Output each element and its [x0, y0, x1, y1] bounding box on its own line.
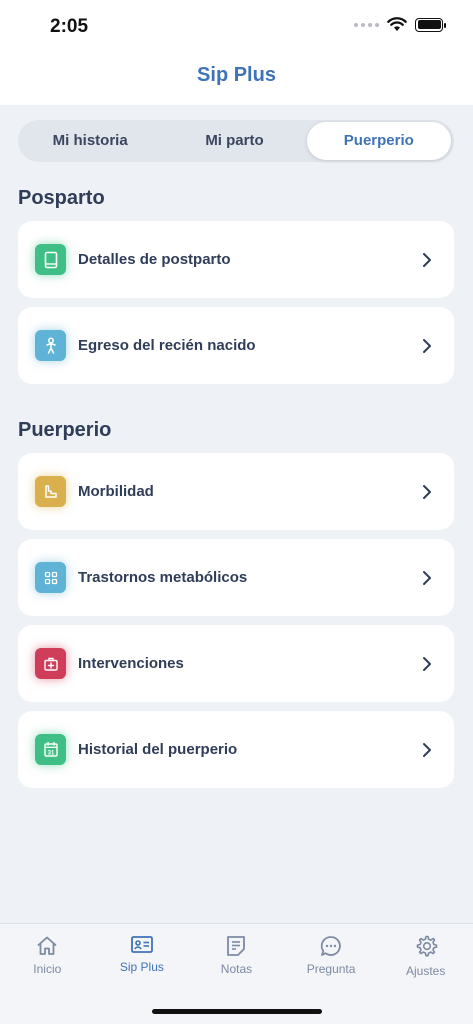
tab-inicio[interactable]: Inicio [0, 924, 95, 1024]
segment-mi-parto[interactable]: Mi parto [162, 122, 306, 160]
item-intervenciones[interactable]: Intervenciones [18, 625, 454, 702]
notes-icon [227, 936, 246, 956]
grid-icon [35, 562, 66, 593]
cellular-signal-icon [354, 22, 379, 27]
calendar-day: 31 [47, 751, 54, 757]
item-label: Egreso del recién nacido [78, 337, 256, 354]
chevron-right-icon [423, 742, 431, 757]
item-morbilidad[interactable]: Morbilidad [18, 453, 454, 530]
tab-label: Pregunta [306, 962, 356, 976]
chat-bubble-icon [320, 936, 341, 956]
status-icons [354, 17, 446, 32]
wifi-icon [387, 17, 407, 31]
item-trastornos-metabolicos[interactable]: Trastornos metabólicos [18, 539, 454, 616]
top-bar: 2:05 Sip Plus [0, 0, 473, 105]
first-aid-kit-icon [35, 648, 66, 679]
tab-label: Sip Plus [119, 960, 164, 974]
section-title-posparto: Posparto [18, 187, 105, 209]
home-indicator [152, 1009, 322, 1014]
status-time: 2:05 [50, 16, 89, 37]
item-label: Detalles de postparto [78, 251, 231, 268]
segmented-control: Mi historia Mi parto Puerperio [18, 120, 454, 162]
chevron-right-icon [423, 252, 431, 267]
chevron-right-icon [423, 570, 431, 585]
page-title: Sip Plus [197, 64, 276, 86]
tab-label: Notas [220, 962, 253, 976]
section-title-puerperio: Puerperio [18, 419, 112, 441]
segment-mi-historia[interactable]: Mi historia [18, 122, 162, 160]
book-icon [35, 244, 66, 275]
item-label: Historial del puerperio [78, 741, 238, 758]
item-label: Trastornos metabólicos [78, 569, 248, 586]
chevron-right-icon [423, 484, 431, 499]
battery-icon [415, 17, 446, 32]
chevron-right-icon [423, 338, 431, 353]
item-label: Morbilidad [78, 483, 154, 500]
baby-icon [35, 330, 66, 361]
tab-label: Ajustes [405, 964, 446, 978]
tab-label: Inicio [33, 962, 62, 976]
item-label: Intervenciones [78, 655, 184, 672]
item-egreso-recien-nacido[interactable]: Egreso del recién nacido [18, 307, 454, 384]
tab-ajustes[interactable]: Ajustes [378, 924, 473, 1024]
segment-puerperio[interactable]: Puerperio [306, 122, 451, 160]
item-historial-puerperio[interactable]: 31 Historial del puerperio [18, 711, 454, 788]
id-card-icon [130, 936, 153, 953]
bed-icon [35, 476, 66, 507]
gear-icon [416, 935, 437, 957]
calendar-icon: 31 [35, 734, 66, 765]
item-detalles-postparto[interactable]: Detalles de postparto [18, 221, 454, 298]
chevron-right-icon [423, 656, 431, 671]
home-icon [37, 936, 57, 955]
